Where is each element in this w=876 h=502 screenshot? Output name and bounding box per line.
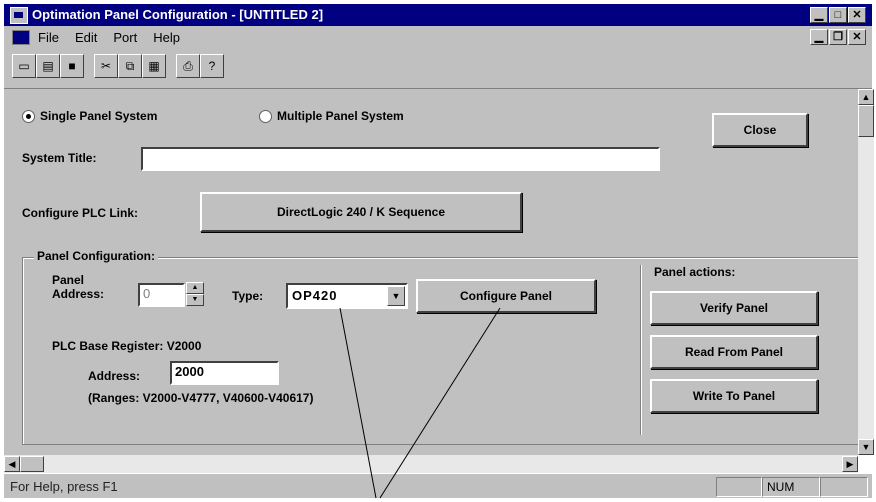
callout-line-configure <box>379 307 501 499</box>
callout-lines <box>339 307 501 499</box>
callout-line-type <box>339 307 377 499</box>
app-window: Optimation Panel Configuration - [UNTITL… <box>0 0 876 502</box>
